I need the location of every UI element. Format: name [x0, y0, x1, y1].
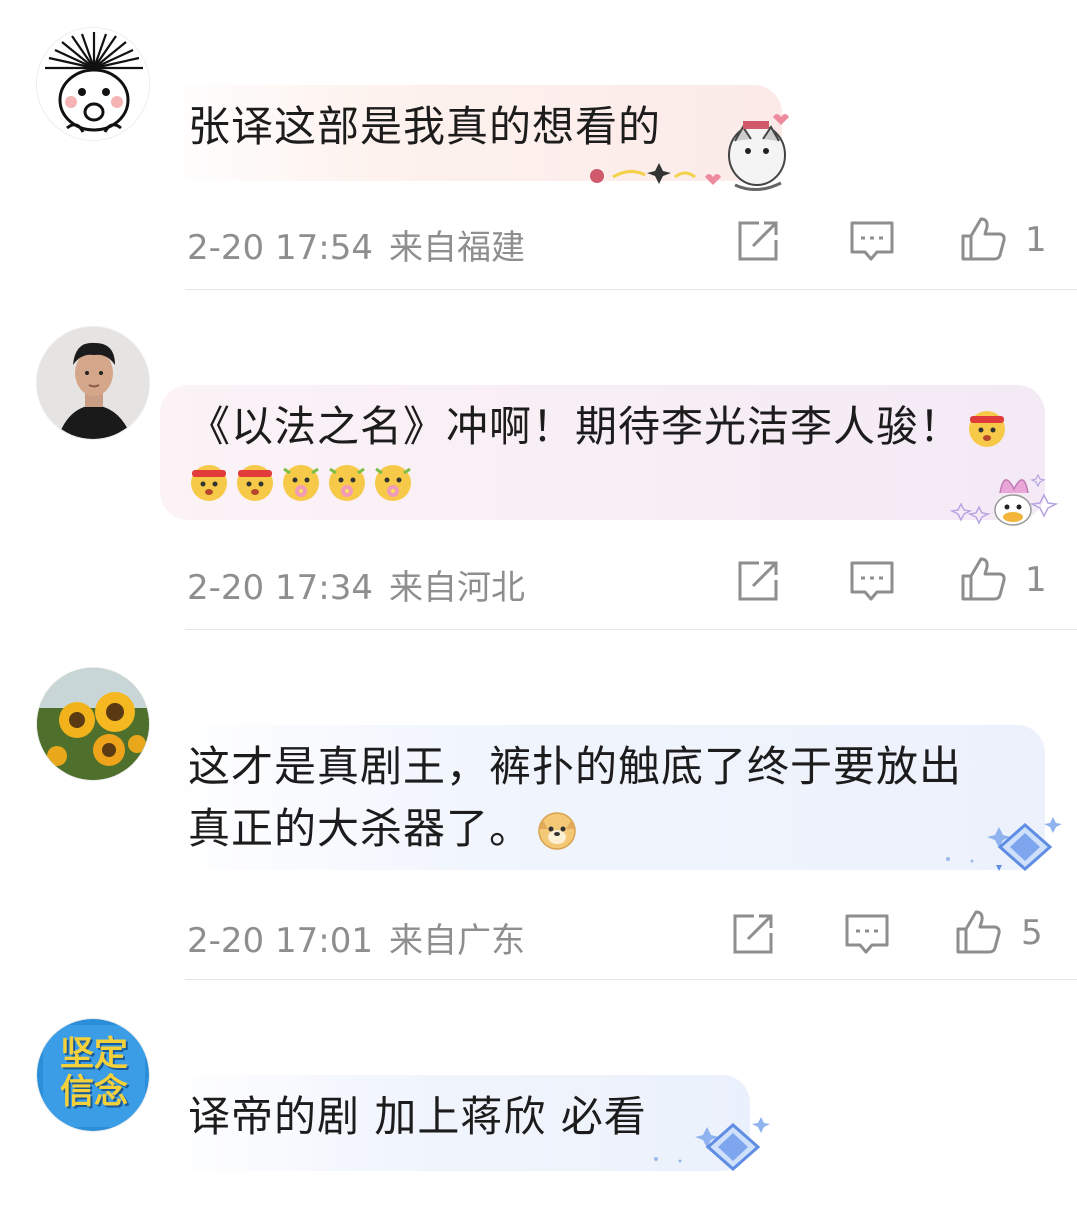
share-square-icon[interactable]: [735, 558, 781, 604]
avatar[interactable]: 坚定 信念: [36, 1018, 150, 1132]
comment-location: 来自福建: [388, 228, 525, 268]
daisy-duck-sticker-icon: [949, 473, 1059, 526]
comment-meta: 2-20 17:34 来自河北: [187, 560, 525, 609]
headband-emoji-icon: [191, 465, 227, 501]
comment-text: 真正的大杀器了。: [188, 804, 533, 853]
comment-text: 这才是真剧王，裤扑的触底了终于要放出: [188, 742, 963, 791]
flower-emoji-icon: [283, 465, 319, 501]
avatar-text-line: 坚定: [60, 1034, 128, 1074]
comment-bubble-icon[interactable]: [849, 558, 895, 604]
like-count: 1: [1025, 220, 1047, 260]
comment-text-line: 《以法之名》冲啊！期待李光洁李人骏！: [188, 385, 1017, 455]
share-square-icon[interactable]: [730, 911, 776, 957]
like-count: 5: [1021, 913, 1043, 953]
avatar-text-line: 信念: [60, 1072, 128, 1112]
flower-emoji-icon: [329, 465, 365, 501]
comment-text-line: 真正的大杀器了。: [188, 801, 1017, 857]
comment-item: 这才是真剧王，裤扑的触底了终于要放出 真正的大杀器了。 2-20 17:01 来自…: [0, 630, 1077, 980]
avatar[interactable]: [36, 667, 150, 781]
doge-emoji-icon: [538, 812, 576, 850]
comment-text: 译帝的剧 加上蒋欣 必看: [188, 1092, 647, 1141]
comment-bubble: 这才是真剧王，裤扑的触底了终于要放出 真正的大杀器了。: [160, 725, 1045, 870]
comment-time: 2-20 17:54: [187, 228, 373, 268]
emoji-row: [184, 453, 1017, 509]
thumbs-up-icon[interactable]: [955, 909, 1001, 955]
comment-time: 2-20 17:34: [187, 568, 373, 608]
share-square-icon[interactable]: [735, 218, 781, 264]
comment-bubble: 《以法之名》冲啊！期待李光洁李人骏！: [160, 385, 1045, 520]
comment-bubble-icon[interactable]: [849, 218, 895, 264]
comment-meta: 2-20 17:54 来自福建: [187, 220, 525, 269]
comment-bubble-icon[interactable]: [844, 911, 890, 957]
avatar[interactable]: [36, 326, 150, 440]
avatar-text: 坚定 信念: [37, 1034, 149, 1112]
like-count: 1: [1025, 560, 1047, 600]
comment-item: 《以法之名》冲啊！期待李光洁李人骏！ 2-20 17:34 来自河北 1: [0, 290, 1077, 630]
comment-time: 2-20 17:01: [187, 921, 373, 961]
diamond-sticker-icon: [654, 1117, 770, 1171]
cat-sticker-icon: [590, 114, 789, 191]
headband-emoji-icon: [969, 411, 1006, 447]
comment-location: 来自河北: [388, 568, 525, 608]
comment-item: 坚定 信念 译帝的剧 加上蒋欣 必看: [0, 980, 1077, 1221]
comment-text: 《以法之名》冲啊！期待李光洁李人骏！: [188, 402, 963, 451]
thumbs-up-icon[interactable]: [960, 556, 1006, 602]
diamond-sticker-icon: [946, 817, 1062, 871]
headband-emoji-icon: [237, 465, 273, 501]
comment-meta: 2-20 17:01 来自广东: [187, 913, 525, 962]
comment-location: 来自广东: [388, 921, 525, 961]
comment-item: 张译这部是我真的想看的 2-20 17:54 来自福建 1: [0, 0, 1077, 290]
thumbs-up-icon[interactable]: [960, 216, 1006, 262]
flower-emoji-icon: [375, 465, 411, 501]
avatar[interactable]: [36, 27, 150, 141]
